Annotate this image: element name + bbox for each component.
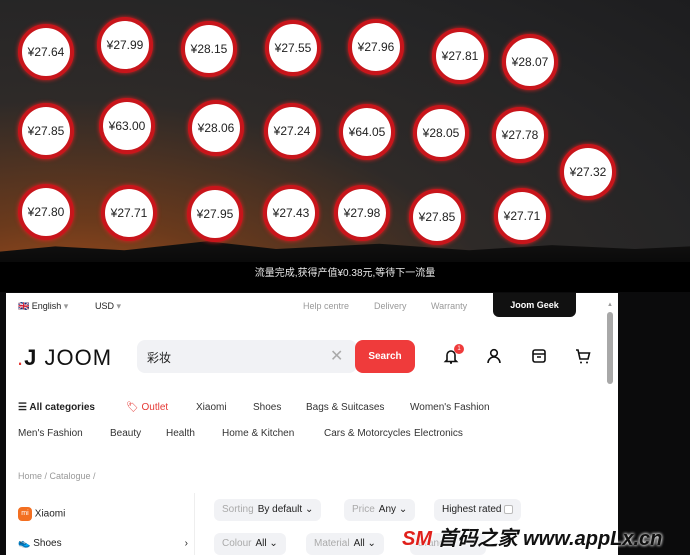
material-dropdown[interactable]: Material All ⌄ bbox=[306, 533, 384, 555]
coin-bubble[interactable]: ¥27.99 bbox=[97, 17, 153, 73]
coin-bubble[interactable]: ¥27.43 bbox=[263, 185, 319, 241]
chevron-down-icon: ⌄ bbox=[269, 538, 278, 549]
coin-bubble[interactable]: ¥27.55 bbox=[265, 20, 321, 76]
coin-bubble[interactable]: ¥27.32 bbox=[560, 144, 616, 200]
coin-bubble[interactable]: ¥27.98 bbox=[334, 185, 390, 241]
highest-rated-filter[interactable]: Highest rated bbox=[434, 499, 522, 521]
chevron-down-icon: ⌄ bbox=[398, 504, 408, 515]
sorting-dropdown[interactable]: Sorting By default ⌄ bbox=[214, 499, 322, 521]
nav-mens-fashion[interactable]: Men's Fashion bbox=[18, 428, 83, 439]
language-selector[interactable]: 🇬🇧 English ▾ bbox=[18, 301, 68, 312]
coin-bubble[interactable]: ¥27.24 bbox=[264, 103, 320, 159]
delivery-link[interactable]: Delivery bbox=[374, 301, 407, 311]
watermark: SM 首码之家 www.appLx.cn bbox=[402, 528, 663, 550]
nav-outlet[interactable]: 🏷 Outlet bbox=[126, 402, 168, 413]
orders-box-icon[interactable] bbox=[530, 347, 548, 365]
coin-bubble[interactable]: ¥27.85 bbox=[18, 103, 74, 159]
scrollbar-thumb[interactable] bbox=[607, 312, 613, 384]
coin-bubble[interactable]: ¥64.05 bbox=[339, 104, 395, 160]
coin-bubble[interactable]: ¥28.07 bbox=[502, 34, 558, 90]
divider bbox=[194, 493, 195, 555]
coin-bubble[interactable]: ¥63.00 bbox=[99, 98, 155, 154]
colour-dropdown[interactable]: Colour All ⌄ bbox=[214, 533, 286, 555]
nav-bags-suitcases[interactable]: Bags & Suitcases bbox=[306, 402, 384, 413]
nav-cars-motorcycles[interactable]: Cars & Motorcycles bbox=[324, 428, 411, 439]
sidebar-item-xiaomi[interactable]: mi Xiaomi bbox=[18, 507, 65, 521]
nav-home-kitchen[interactable]: Home & Kitchen bbox=[222, 428, 294, 439]
coin-bubble[interactable]: ¥27.96 bbox=[348, 19, 404, 75]
coin-bubble[interactable]: ¥27.95 bbox=[187, 186, 243, 242]
xiaomi-logo-icon: mi bbox=[18, 507, 32, 521]
shoe-icon: 👟 bbox=[18, 538, 31, 549]
notification-badge: 1 bbox=[454, 344, 464, 354]
top-bar: 🇬🇧 English ▾ USD ▾ Help centre Delivery … bbox=[6, 293, 618, 319]
breadcrumb[interactable]: Home / Catalogue / bbox=[18, 471, 96, 481]
nav-xiaomi[interactable]: Xiaomi bbox=[196, 402, 227, 413]
currency-selector[interactable]: USD ▾ bbox=[95, 301, 121, 312]
joom-webpage: 🇬🇧 English ▾ USD ▾ Help centre Delivery … bbox=[6, 293, 618, 555]
coin-bubble[interactable]: ¥27.85 bbox=[409, 189, 465, 245]
coin-bubble[interactable]: ¥28.05 bbox=[413, 105, 469, 161]
sidebar-item-shoes[interactable]: 👟 Shoes › bbox=[18, 538, 188, 549]
scroll-up-icon[interactable]: ▲ bbox=[607, 302, 613, 308]
coin-bubble[interactable]: ¥27.81 bbox=[432, 28, 488, 84]
help-centre-link[interactable]: Help centre bbox=[303, 301, 349, 311]
coin-bubble[interactable]: ¥27.80 bbox=[18, 184, 74, 240]
menu-icon: ☰ bbox=[18, 402, 27, 413]
joom-logo[interactable]: .J JOOM bbox=[17, 345, 112, 371]
nav-womens-fashion[interactable]: Women's Fashion bbox=[410, 402, 490, 413]
nav-beauty[interactable]: Beauty bbox=[110, 428, 141, 439]
search-button[interactable]: Search bbox=[355, 340, 415, 373]
coin-bubble[interactable]: ¥28.06 bbox=[188, 100, 244, 156]
search-input[interactable]: 彩妆 ✕ bbox=[137, 340, 357, 373]
tag-icon: 🏷 bbox=[126, 402, 139, 413]
clear-search-icon[interactable]: ✕ bbox=[330, 346, 343, 366]
all-categories-button[interactable]: ☰ All categories bbox=[18, 402, 95, 413]
nav-health[interactable]: Health bbox=[166, 428, 195, 439]
caret-down-icon: ▾ bbox=[63, 301, 69, 311]
coin-bubble[interactable]: ¥27.64 bbox=[18, 24, 74, 80]
coin-bubble[interactable]: ¥27.78 bbox=[492, 107, 548, 163]
price-dropdown[interactable]: Price Any ⌄ bbox=[344, 499, 416, 521]
chevron-down-icon: ⌄ bbox=[304, 504, 314, 515]
checkbox[interactable] bbox=[504, 504, 514, 514]
caret-down-icon: ▾ bbox=[116, 301, 122, 311]
scrollbar[interactable]: ▲ bbox=[604, 300, 616, 555]
chevron-right-icon: › bbox=[184, 538, 188, 549]
joom-geek-tab[interactable]: Joom Geek bbox=[493, 293, 576, 317]
cart-icon[interactable] bbox=[574, 347, 592, 365]
warranty-link[interactable]: Warranty bbox=[431, 301, 467, 311]
coin-bubble[interactable]: ¥28.15 bbox=[181, 21, 237, 77]
nav-shoes[interactable]: Shoes bbox=[253, 402, 281, 413]
status-banner: 流量完成,获得产值¥0.38元,等待下一流量 bbox=[0, 262, 690, 292]
coin-bubble[interactable]: ¥27.71 bbox=[494, 188, 550, 244]
nav-electronics[interactable]: Electronics bbox=[414, 428, 463, 439]
coin-bubble[interactable]: ¥27.71 bbox=[101, 185, 157, 241]
user-icon[interactable] bbox=[485, 347, 503, 365]
chevron-down-icon: ⌄ bbox=[367, 538, 376, 549]
